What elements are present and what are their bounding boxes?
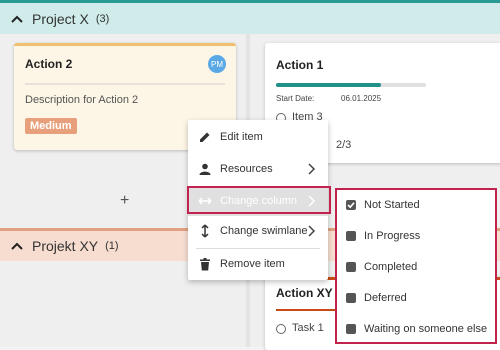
menu-item-label: Edit item [220, 131, 263, 143]
submenu-item-label: Not Started [364, 199, 420, 211]
swimlane-count: (3) [95, 12, 110, 25]
card-title: Action 1 [276, 58, 324, 72]
card-description: Description for Action 2 [25, 94, 139, 106]
pencil-icon [198, 130, 212, 144]
menu-item-change-swimlane[interactable]: Change swimlane [188, 216, 328, 246]
submenu-item-not-started[interactable]: Not Started [337, 190, 495, 220]
chevron-right-icon [306, 162, 318, 176]
column-submenu: Not Started In Progress Completed Deferr… [335, 188, 497, 344]
person-icon [198, 162, 212, 176]
swimlane-count: (1) [105, 240, 119, 252]
submenu-item-label: Deferred [364, 292, 407, 304]
submenu-item-deferred[interactable]: Deferred [337, 283, 495, 313]
item-radio[interactable] [276, 324, 286, 334]
submenu-item-label: Completed [364, 261, 418, 273]
highlight-frame [187, 186, 331, 214]
add-card-button[interactable]: + [120, 192, 129, 210]
chevron-right-icon [306, 224, 318, 238]
submenu-item-label: Waiting on someone else [364, 323, 488, 335]
square-icon [346, 231, 356, 241]
submenu-item-waiting[interactable]: Waiting on someone else [337, 314, 495, 344]
menu-item-label: Resources [220, 163, 273, 175]
start-date-label: Start Date: [276, 94, 315, 103]
menu-item-label: Change swimlane [220, 225, 308, 237]
submenu-item-label: In Progress [364, 230, 421, 242]
card-divider [25, 83, 225, 85]
menu-item-edit[interactable]: Edit item [188, 122, 328, 152]
priority-badge: Medium [25, 118, 77, 134]
progress-fill [276, 83, 381, 87]
item-label: Task 1 [292, 322, 324, 334]
arrows-vertical-icon [198, 224, 212, 238]
square-icon [346, 293, 356, 303]
swimlane-header-project-x[interactable]: Project X (3) [0, 0, 500, 34]
progress-bar [276, 83, 426, 87]
menu-item-remove[interactable]: Remove item [188, 249, 328, 279]
card-title: Action 2 [25, 57, 73, 71]
start-date-value: 06.01.2025 [341, 94, 382, 103]
menu-item-label: Remove item [220, 258, 285, 270]
item-counter: 2/3 [336, 139, 352, 151]
submenu-item-in-progress[interactable]: In Progress [337, 221, 495, 251]
square-icon [346, 324, 356, 334]
card-divider [276, 309, 336, 311]
chevron-up-icon[interactable] [9, 11, 25, 27]
swimlane-title: Project X [32, 10, 89, 27]
submenu-item-completed[interactable]: Completed [337, 252, 495, 282]
trash-icon [198, 257, 212, 271]
avatar: PM [208, 55, 226, 73]
swimlane-title: Projekt XY [32, 238, 99, 254]
chevron-up-icon[interactable] [9, 238, 25, 254]
card-title: Action XY [276, 286, 333, 300]
square-icon [346, 262, 356, 272]
check-icon [346, 200, 356, 210]
menu-item-resources[interactable]: Resources [188, 154, 328, 184]
